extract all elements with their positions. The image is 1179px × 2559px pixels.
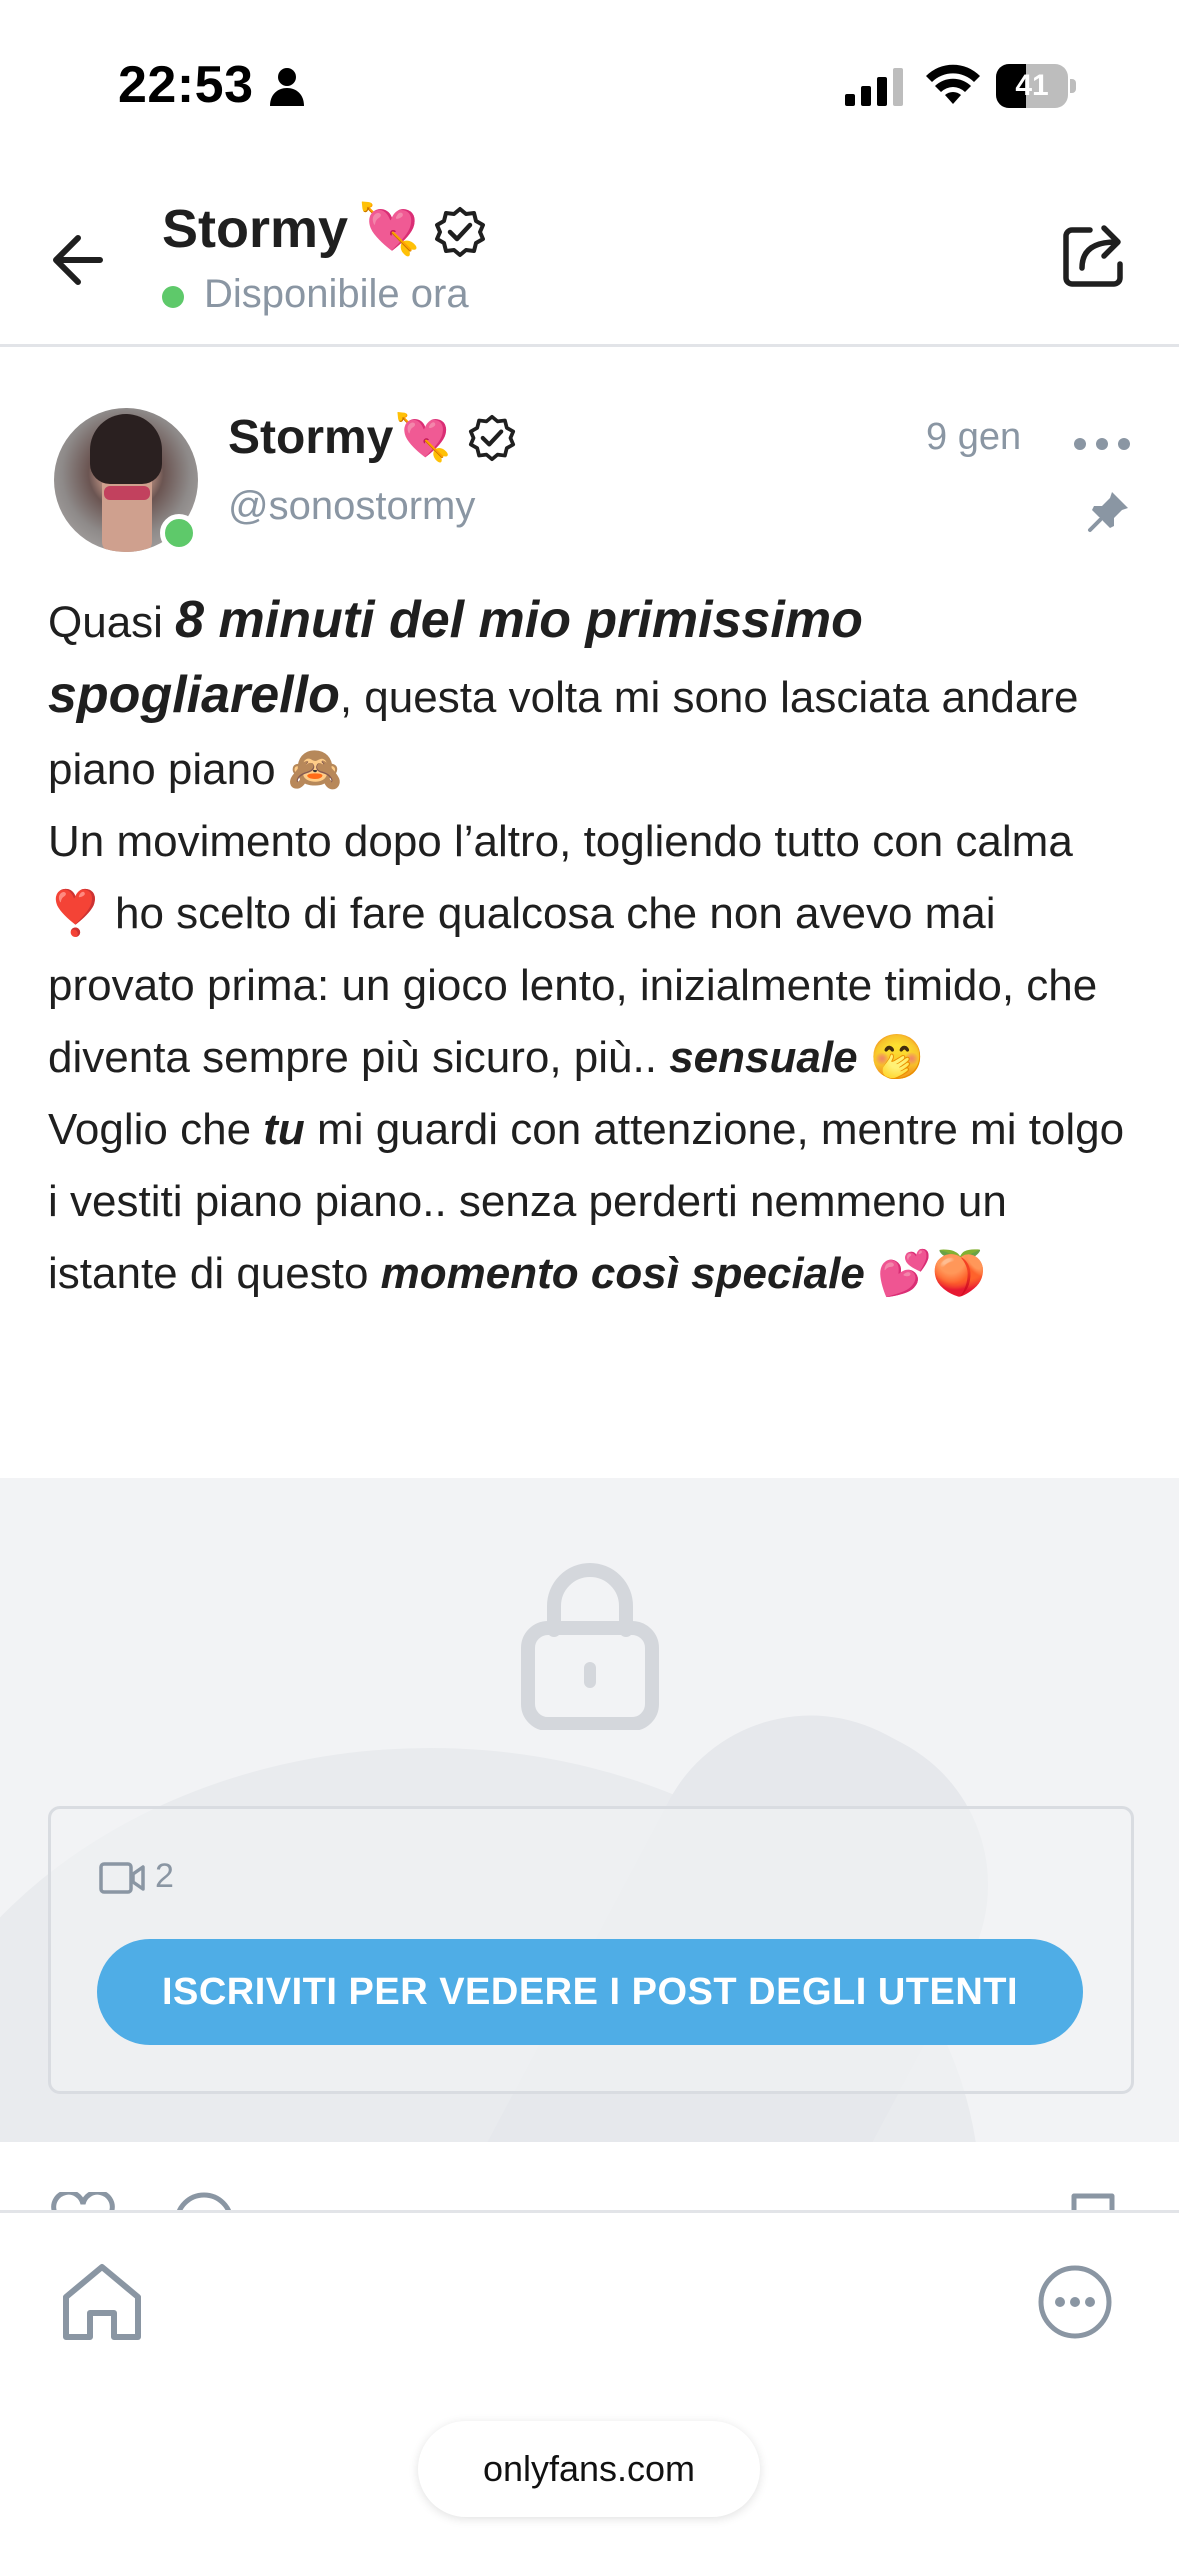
locked-media: 2 ISCRIVITI PER VEDERE I POST DEGLI UTEN…	[0, 1478, 1179, 2142]
share-icon[interactable]	[1060, 220, 1130, 290]
more-circle-icon[interactable]	[1036, 2263, 1114, 2341]
online-indicator	[162, 286, 184, 308]
post-author-handle[interactable]: @sonostormy	[228, 484, 475, 529]
wifi-icon	[926, 64, 980, 104]
verified-badge-icon	[435, 207, 485, 257]
profile-header: Stormy 💘 Disponibile ora	[0, 150, 1179, 347]
availability-status: Disponibile ora	[204, 272, 469, 316]
text-segment: 💕🍑	[864, 1249, 987, 1298]
pin-icon	[1088, 492, 1128, 532]
post-author-name[interactable]: Stormy	[228, 410, 393, 465]
battery-icon: 41	[996, 64, 1076, 108]
lock-icon	[521, 1563, 659, 1730]
avatar-online-indicator	[160, 514, 198, 552]
text-segment: 🤭	[857, 1033, 925, 1082]
heart-arrow-emoji: 💘	[394, 411, 452, 463]
heart-icon[interactable]	[50, 2192, 116, 2212]
post-text: Quasi 8 minuti del mio primissimo spogli…	[48, 584, 1138, 1310]
post-paragraph: Voglio che tu mi guardi con attenzione, …	[48, 1094, 1138, 1310]
signal-icon	[845, 68, 903, 106]
post-actions	[0, 2142, 1179, 2212]
person-icon	[270, 68, 304, 106]
video-count: 2	[155, 1857, 174, 1895]
text-segment: Quasi	[48, 598, 176, 647]
post-date: 9 gen	[926, 416, 1022, 458]
heart-arrow-emoji: 💘	[358, 201, 421, 257]
back-arrow-icon[interactable]	[42, 225, 122, 295]
locked-post-card: 2 ISCRIVITI PER VEDERE I POST DEGLI UTEN…	[48, 1806, 1134, 2094]
url-bar[interactable]: onlyfans.com	[418, 2421, 760, 2517]
comment-icon[interactable]	[172, 2190, 236, 2212]
status-bar: 22:53 41	[0, 0, 1179, 150]
bottom-nav: onlyfans.com	[0, 2210, 1179, 2559]
post-paragraph: Quasi 8 minuti del mio primissimo spogli…	[48, 584, 1138, 806]
header-title[interactable]: Stormy	[162, 198, 348, 260]
emphasis-text: tu	[263, 1105, 305, 1154]
more-dots-icon[interactable]	[1070, 424, 1134, 464]
emphasis-text: momento così speciale	[380, 1249, 865, 1298]
verified-badge-icon	[468, 414, 516, 462]
subscribe-button[interactable]: ISCRIVITI PER VEDERE I POST DEGLI UTENTI	[97, 1939, 1083, 2045]
status-time: 22:53	[118, 56, 254, 114]
post-paragraph: Un movimento dopo l’altro, togliendo tut…	[48, 806, 1138, 1094]
video-icon	[99, 1862, 145, 1894]
battery-level: 41	[1015, 69, 1049, 102]
bookmark-icon[interactable]	[1068, 2192, 1118, 2212]
home-icon[interactable]	[56, 2259, 148, 2345]
emphasis-text: sensuale	[669, 1033, 858, 1082]
text-segment: Voglio che	[48, 1105, 264, 1154]
text-segment: Un movimento dopo l’altro, togliendo tut…	[48, 817, 1098, 1082]
